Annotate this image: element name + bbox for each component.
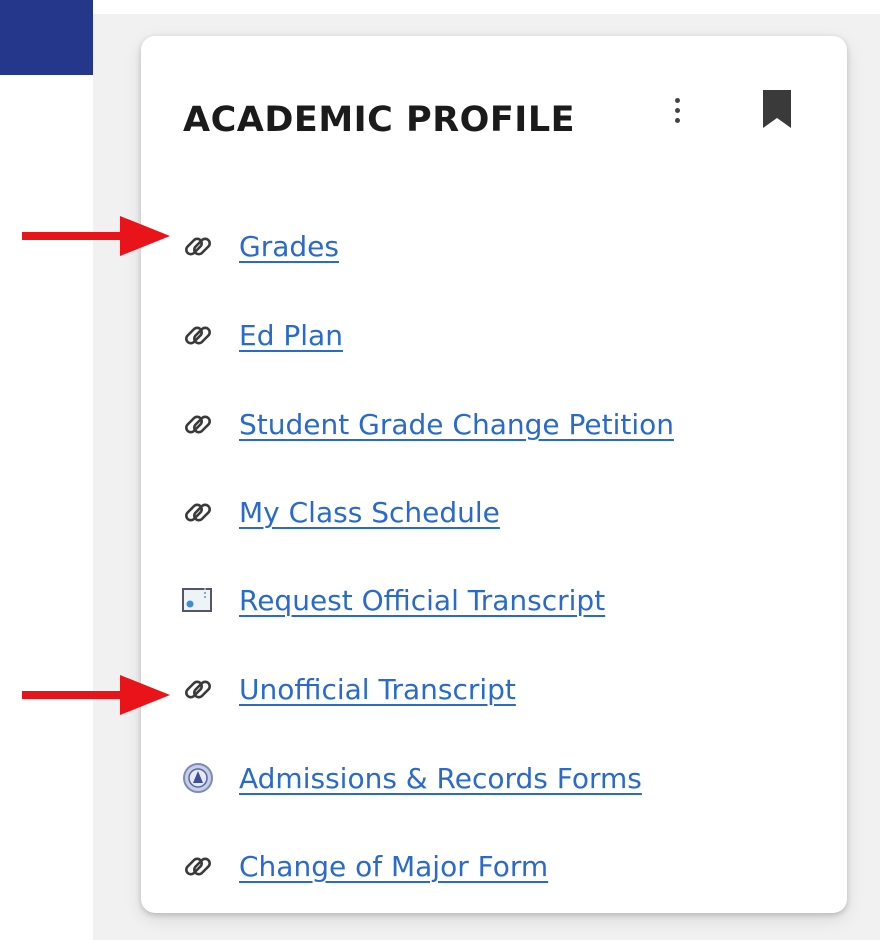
card-title: ACADEMIC PROFILE: [183, 100, 576, 140]
link-grades[interactable]: Grades: [179, 218, 819, 274]
document-image-icon: [179, 581, 217, 619]
link-student-grade-change-petition[interactable]: Student Grade Change Petition: [179, 396, 819, 452]
link-label[interactable]: Admissions & Records Forms: [239, 762, 642, 795]
link-label[interactable]: Grades: [239, 230, 339, 263]
more-vertical-icon[interactable]: [665, 90, 689, 130]
red-arrow-annotation: [22, 675, 170, 715]
link-change-of-major-form[interactable]: Change of Major Form: [179, 838, 819, 894]
link-label[interactable]: Unofficial Transcript: [239, 673, 516, 706]
red-arrow-annotation: [22, 216, 170, 256]
academic-profile-card: ACADEMIC PROFILE Grades Ed Plan Student …: [141, 36, 847, 913]
link-icon: [179, 847, 217, 885]
link-icon: [179, 405, 217, 443]
link-label[interactable]: Ed Plan: [239, 319, 343, 352]
link-label[interactable]: My Class Schedule: [239, 496, 500, 529]
link-label[interactable]: Change of Major Form: [239, 850, 548, 883]
link-label[interactable]: Student Grade Change Petition: [239, 408, 674, 441]
link-icon: [179, 227, 217, 265]
link-request-official-transcript[interactable]: Request Official Transcript: [179, 572, 819, 628]
link-label[interactable]: Request Official Transcript: [239, 584, 605, 617]
link-unofficial-transcript[interactable]: Unofficial Transcript: [179, 661, 819, 717]
link-ed-plan[interactable]: Ed Plan: [179, 307, 819, 363]
link-admissions-records-forms[interactable]: Admissions & Records Forms: [179, 750, 819, 806]
college-seal-icon: [179, 759, 217, 797]
link-icon: [179, 493, 217, 531]
bookmark-icon[interactable]: [760, 88, 794, 130]
link-my-class-schedule[interactable]: My Class Schedule: [179, 484, 819, 540]
link-icon: [179, 316, 217, 354]
link-icon: [179, 670, 217, 708]
